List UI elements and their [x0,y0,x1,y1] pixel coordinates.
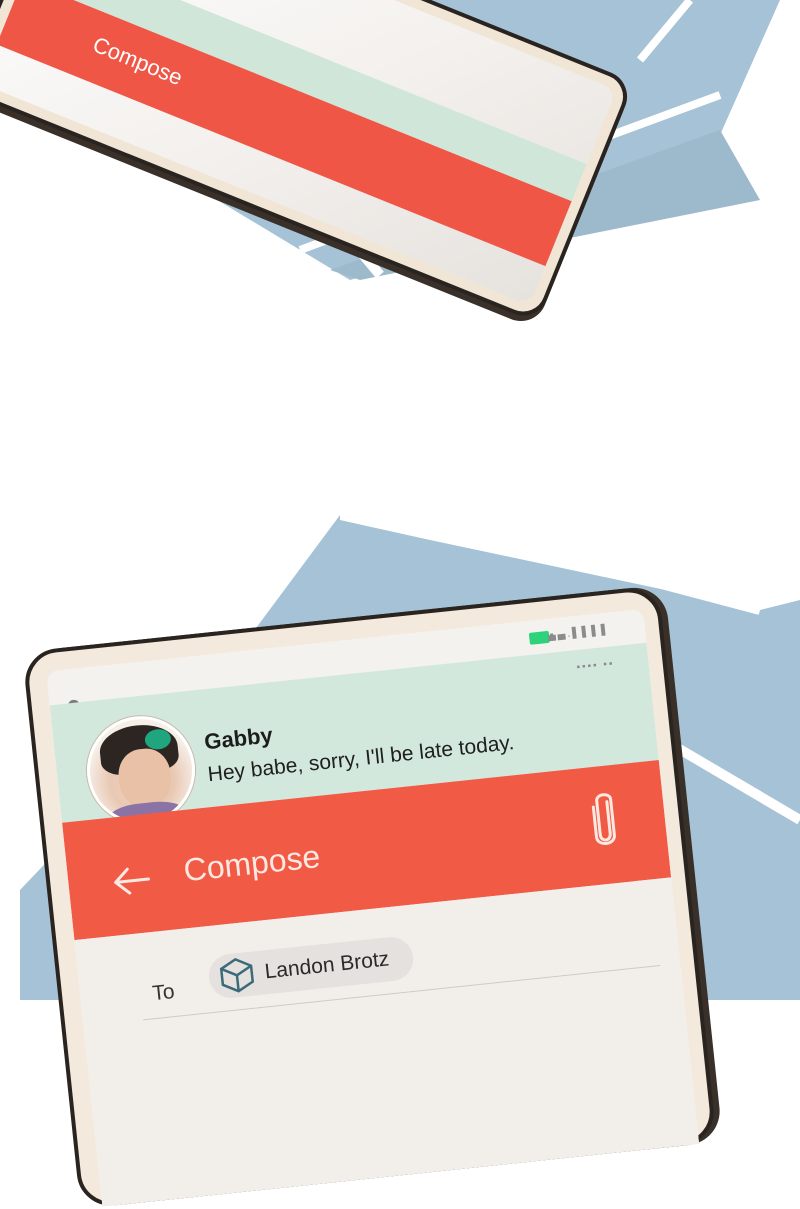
paperclip-icon[interactable] [586,789,622,852]
notification-time: ▪▪▪▪ ▪▪ [576,658,616,674]
signal-text: ▄▄.▌▌▌▌ [547,624,612,642]
arrow-left-icon[interactable] [109,864,152,898]
main-phone: ▄▄.▌▌▌▌ 2 ▪▪▪▪ ▪▪ Gabby Hey babe, so [22,585,718,1209]
phone-screen: ▄▄.▌▌▌▌ 2 ▪▪▪▪ ▪▪ Gabby Hey babe, so [46,608,700,1207]
recipient-chip[interactable]: Landon Brotz [206,934,416,1001]
compose-title: Compose [181,838,322,889]
to-label: To [151,979,176,1006]
notification-sender: Gabby [203,722,274,755]
scene: Compose ▄▄.▌▌▌▌ 2 ▪▪▪▪ ▪▪ [0,0,800,1209]
recipient-name: Landon Brotz [263,947,391,984]
cube-icon [219,957,255,993]
